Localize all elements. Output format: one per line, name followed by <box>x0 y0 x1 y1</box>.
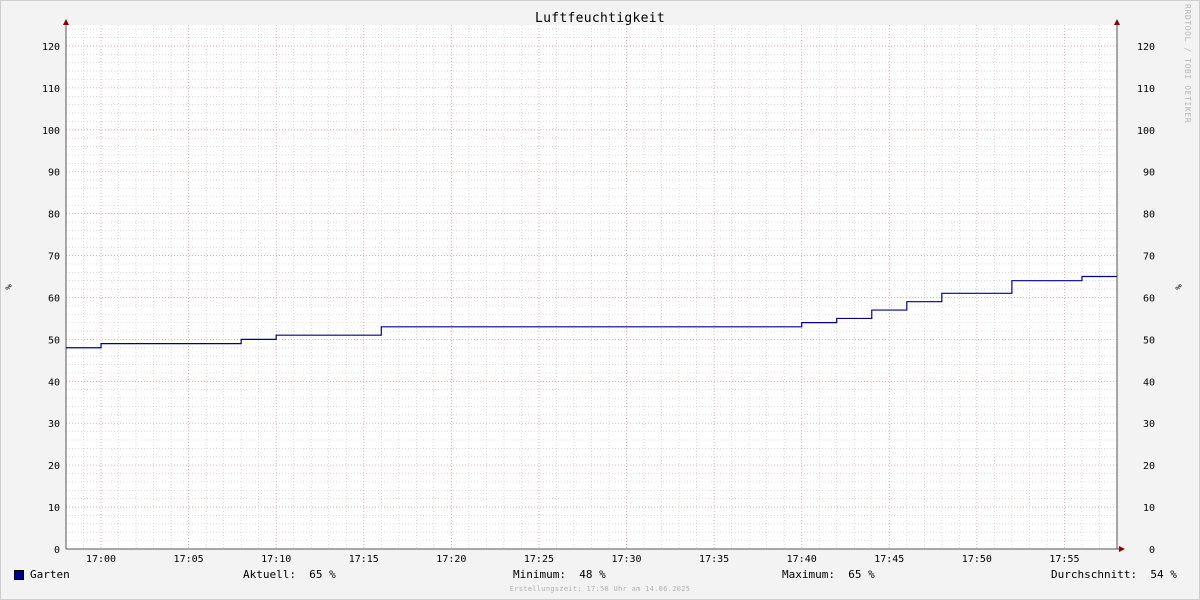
creation-time-footer: Erstellungszeit: 17:58 Uhr am 14.06.2025 <box>509 585 691 593</box>
y-tick-label-left: 100 <box>42 126 60 137</box>
x-tick-label: 17:35 <box>699 554 729 565</box>
stat-avg-value: 54 % <box>1150 568 1177 581</box>
x-tick-label: 17:20 <box>436 554 466 565</box>
stat-current-label: Aktuell: <box>243 568 296 581</box>
stat-avg-label: Durchschnitt: <box>1051 568 1138 581</box>
legend-series-name: Garten <box>30 568 70 581</box>
legend: Garten Aktuell: 65 % Minimum: 48 % Maxim… <box>0 568 1200 584</box>
stat-max-value: 65 % <box>848 568 875 581</box>
stat-maximum: Maximum: 65 % <box>782 568 875 581</box>
y-tick-label-right: 10 <box>1143 503 1155 514</box>
y-tick-label-left: 20 <box>48 461 60 472</box>
y-tick-label-left: 110 <box>42 84 60 95</box>
y-tick-label-left: 60 <box>48 293 60 304</box>
humidity-chart: 0 0 10 10 20 20 30 30 40 40 50 50 60 60 70 70 80 80 90 90 10… <box>42 19 1155 565</box>
stat-current-value: 65 % <box>309 568 336 581</box>
x-tick-label: 17:45 <box>874 554 904 565</box>
stat-average: Durchschnitt: 54 % <box>1051 568 1177 581</box>
x-tick-label: 17:50 <box>962 554 992 565</box>
x-tick-label: 17:25 <box>524 554 554 565</box>
stat-max-label: Maximum: <box>782 568 835 581</box>
stat-minimum: Minimum: 48 % <box>513 568 606 581</box>
x-tick-label: 17:40 <box>787 554 817 565</box>
y-axis-arrow-left <box>63 19 69 25</box>
y-tick-label-right: 60 <box>1143 293 1155 304</box>
y-tick-label-right: 20 <box>1143 461 1155 472</box>
y-tick-label-left: 30 <box>48 419 60 430</box>
y-tick-label-right: 90 <box>1143 168 1155 179</box>
y-tick-label-left: 0 <box>54 545 60 556</box>
x-tick-label: 17:15 <box>349 554 379 565</box>
x-tick-label: 17:05 <box>174 554 204 565</box>
y-tick-label-right: 0 <box>1149 545 1155 556</box>
y-tick-label-right: 70 <box>1143 252 1155 263</box>
y-tick-label-right: 110 <box>1137 84 1155 95</box>
x-tick-label: 17:55 <box>1049 554 1079 565</box>
x-tick-label: 17:10 <box>261 554 291 565</box>
x-tick-label: 17:00 <box>86 554 116 565</box>
x-tick-label: 17:30 <box>611 554 641 565</box>
y-tick-label-left: 10 <box>48 503 60 514</box>
y-tick-label-left: 90 <box>48 168 60 179</box>
stat-min-value: 48 % <box>579 568 606 581</box>
x-axis-arrow <box>1119 546 1125 552</box>
y-tick-label-right: 100 <box>1137 126 1155 137</box>
y-tick-label-left: 80 <box>48 210 60 221</box>
y-tick-label-right: 30 <box>1143 419 1155 430</box>
y-tick-label-left: 70 <box>48 252 60 263</box>
y-axis-arrow-right <box>1114 19 1120 25</box>
y-tick-label-right: 40 <box>1143 377 1155 388</box>
legend-entry-garten: Garten <box>14 568 70 581</box>
legend-swatch <box>14 569 24 580</box>
y-tick-label-left: 120 <box>42 42 60 53</box>
stat-min-label: Minimum: <box>513 568 566 581</box>
y-tick-label-left: 40 <box>48 377 60 388</box>
y-tick-label-right: 50 <box>1143 335 1155 346</box>
y-tick-label-right: 80 <box>1143 210 1155 221</box>
stat-current: Aktuell: 65 % <box>243 568 336 581</box>
y-tick-label-right: 120 <box>1137 42 1155 53</box>
y-tick-label-left: 50 <box>48 335 60 346</box>
